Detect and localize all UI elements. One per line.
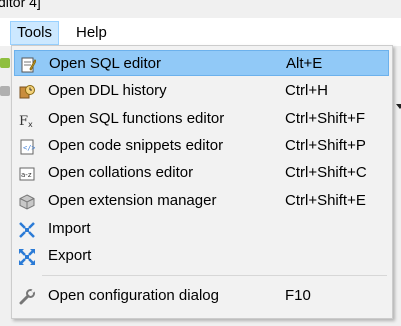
menu-item-label: Open extension manager [48, 192, 217, 209]
menubar: Tools Help [0, 18, 401, 46]
menu-item-shortcut: Ctrl+Shift+E [285, 192, 366, 209]
menu-item-label: Open collations editor [48, 164, 194, 181]
menu-item-open-configuration-dialog[interactable]: Open configuration dialog F10 [14, 283, 389, 309]
menu-item-label: Open SQL functions editor [48, 110, 225, 127]
toolbar-icon[interactable] [0, 58, 10, 68]
export-icon [19, 248, 35, 265]
menu-separator [42, 275, 387, 276]
menu-item-export[interactable]: Export [14, 243, 389, 269]
svg-text:x: x [28, 120, 33, 128]
ddl-history-icon [19, 83, 35, 99]
menu-item-open-extension-manager[interactable]: Open extension manager Ctrl+Shift+E [14, 188, 389, 214]
svg-text:</>: </> [23, 144, 35, 152]
menu-item-shortcut: Ctrl+H [285, 82, 328, 99]
menu-item-shortcut: Ctrl+Shift+F [285, 110, 366, 127]
menu-item-label: Import [48, 220, 91, 237]
menu-item-shortcut: Ctrl+Shift+P [285, 137, 366, 154]
sql-editor-icon [20, 56, 37, 73]
collations-icon: a-z [19, 165, 35, 181]
menu-item-shortcut: F10 [285, 287, 311, 304]
toolbar-dropdown-icon[interactable] [396, 104, 401, 109]
toolbar-icon[interactable] [0, 86, 10, 96]
menu-item-label: Open configuration dialog [48, 287, 219, 304]
menu-item-open-collations-editor[interactable]: a-z Open collations editor Ctrl+Shift+C [14, 160, 389, 186]
wrench-icon [19, 288, 35, 305]
menu-item-import[interactable]: Import [14, 216, 389, 242]
snippets-icon: </> [19, 138, 36, 155]
menu-item-open-sql-editor[interactable]: Open SQL editor Alt+E [14, 50, 389, 76]
menu-item-label: Open SQL editor [49, 55, 162, 72]
extension-icon [19, 193, 35, 210]
menu-tools[interactable]: Tools [10, 21, 60, 45]
import-icon [19, 221, 35, 238]
menu-item-open-sql-functions-editor[interactable]: Fx Open SQL functions editor Ctrl+Shift+… [14, 106, 389, 132]
svg-text:F: F [19, 114, 28, 128]
menu-item-label: Export [48, 247, 92, 264]
menu-item-shortcut: Alt+E [286, 55, 323, 72]
menu-item-label: Open code snippets editor [48, 137, 224, 154]
menu-item-shortcut: Ctrl+Shift+C [285, 164, 367, 181]
window-title-fragment: ditor 4] [0, 0, 41, 10]
menu-item-label: Open DDL history [48, 82, 167, 99]
menu-item-open-ddl-history[interactable]: Open DDL history Ctrl+H [14, 78, 389, 104]
menu-item-open-code-snippets-editor[interactable]: </> Open code snippets editor Ctrl+Shift… [14, 133, 389, 159]
menu-help[interactable]: Help [70, 22, 113, 44]
functions-icon: Fx [19, 111, 35, 129]
svg-text:a-z: a-z [21, 171, 32, 179]
tools-dropdown-menu: Open SQL editor Alt+E Open DDL history C… [11, 45, 393, 319]
